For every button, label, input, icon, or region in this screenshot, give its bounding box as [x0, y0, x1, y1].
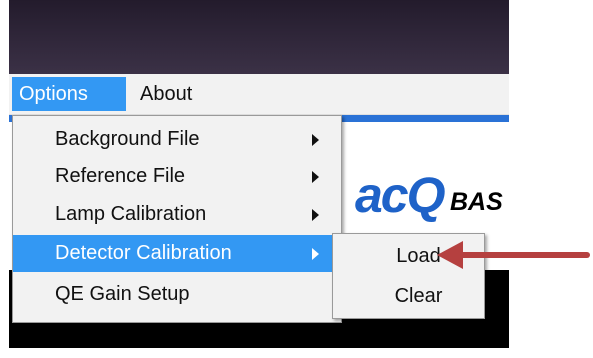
submenu-arrow-icon [312, 171, 319, 183]
menu-item-background-file[interactable]: Background File [13, 121, 341, 158]
menu-bar: Options About [9, 74, 509, 115]
menu-item-detector-calibration[interactable]: Detector Calibration [13, 235, 341, 272]
menu-about[interactable]: About [133, 77, 223, 111]
annotation-arrow-icon [437, 241, 590, 269]
submenu-arrow-icon [312, 134, 319, 146]
submenu-arrow-icon [312, 209, 319, 221]
menu-item-lamp-calibration[interactable]: Lamp Calibration [13, 196, 341, 233]
menu-options[interactable]: Options [12, 77, 126, 111]
app-logo: acQ [355, 167, 446, 223]
menu-item-qe-gain-setup[interactable]: QE Gain Setup [13, 276, 341, 313]
menu-item-label: Lamp Calibration [55, 203, 207, 225]
app-logo-suffix: BAS [450, 188, 503, 216]
options-dropdown: Background File Reference File Lamp Cali… [12, 115, 342, 323]
menu-item-label: Background File [55, 128, 200, 150]
submenu-arrow-icon [312, 248, 319, 260]
menu-item-label: Detector Calibration [55, 242, 232, 264]
menu-item-label: QE Gain Setup [55, 283, 190, 305]
title-bar [9, 0, 509, 74]
menu-item-label: Reference File [55, 165, 186, 187]
menu-item-reference-file[interactable]: Reference File [13, 158, 341, 195]
submenu-item-clear[interactable]: Clear [333, 278, 484, 314]
